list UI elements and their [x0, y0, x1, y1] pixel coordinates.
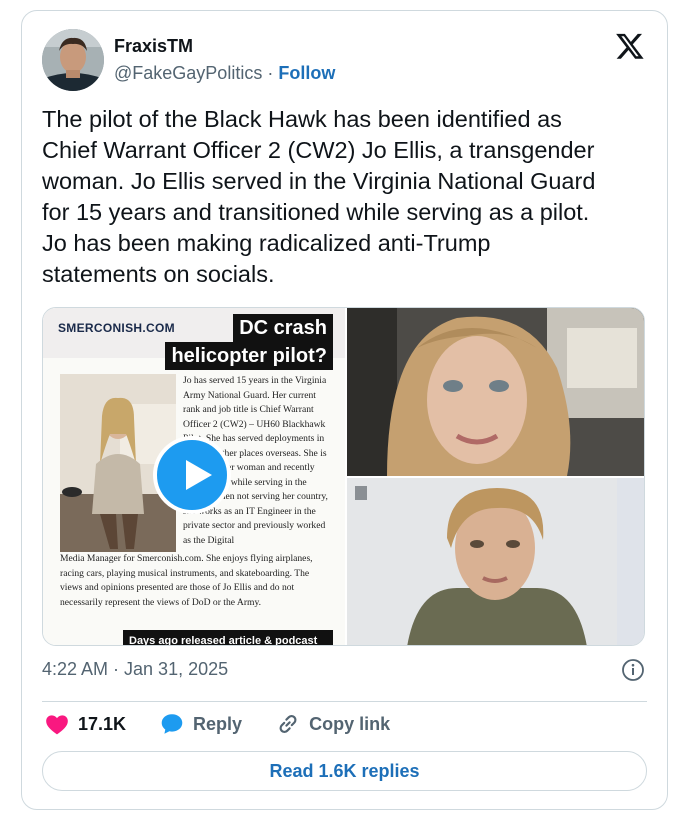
article-text-continued: Media Manager for Smerconish.com. She en…: [60, 553, 313, 608]
like-button[interactable]: 17.1K: [44, 711, 126, 737]
author-name[interactable]: FraxisTM: [114, 36, 193, 57]
photo-selfie-car[interactable]: [347, 308, 644, 476]
site-logo: SMERCONISH.COM: [58, 321, 175, 335]
read-replies-button[interactable]: Read 1.6K replies: [42, 751, 647, 791]
overlay-line-1: DC crash: [233, 314, 333, 342]
heart-icon: [46, 715, 68, 735]
tweet-text: The pilot of the Black Hawk has been ide…: [42, 106, 596, 287]
info-icon[interactable]: [621, 658, 645, 682]
reply-button[interactable]: Reply: [159, 711, 242, 737]
reply-label: Reply: [193, 713, 243, 734]
divider: [42, 701, 647, 702]
link-icon: [279, 714, 297, 734]
author-handle-row: @FakeGayPolitics · Follow: [114, 63, 335, 84]
avatar-photo: [42, 29, 104, 91]
x-logo-icon[interactable]: [615, 31, 645, 61]
avatar[interactable]: [42, 29, 104, 91]
copy-link-label: Copy link: [309, 713, 391, 734]
author-name-row: FraxisTM: [114, 36, 193, 57]
handle-separator: ·: [267, 63, 274, 83]
action-bar: 17.1K Reply Copy link: [44, 710, 423, 738]
photo-uniform[interactable]: [347, 478, 644, 645]
reply-bubble-icon: [161, 714, 183, 734]
tweet-card: FraxisTM @FakeGayPolitics · Follow The p…: [21, 10, 668, 810]
video-overlay-title: DC crash helicopter pilot?: [165, 314, 333, 370]
play-button[interactable]: [153, 436, 231, 514]
like-count: 17.1K: [78, 713, 127, 734]
overlay-line-2: helicopter pilot?: [165, 342, 333, 370]
media-grid: SMERCONISH.COM DC crash helicopter pilot…: [42, 307, 645, 646]
author-handle[interactable]: @FakeGayPolitics: [114, 63, 262, 83]
tweet-timestamp[interactable]: 4:22 AM · Jan 31, 2025: [42, 659, 228, 680]
follow-button[interactable]: Follow: [278, 63, 335, 83]
video-caption-strip: Days ago released article & podcast: [123, 630, 333, 645]
video-thumbnail[interactable]: SMERCONISH.COM DC crash helicopter pilot…: [43, 308, 345, 645]
copy-link-button[interactable]: Copy link: [275, 711, 390, 737]
